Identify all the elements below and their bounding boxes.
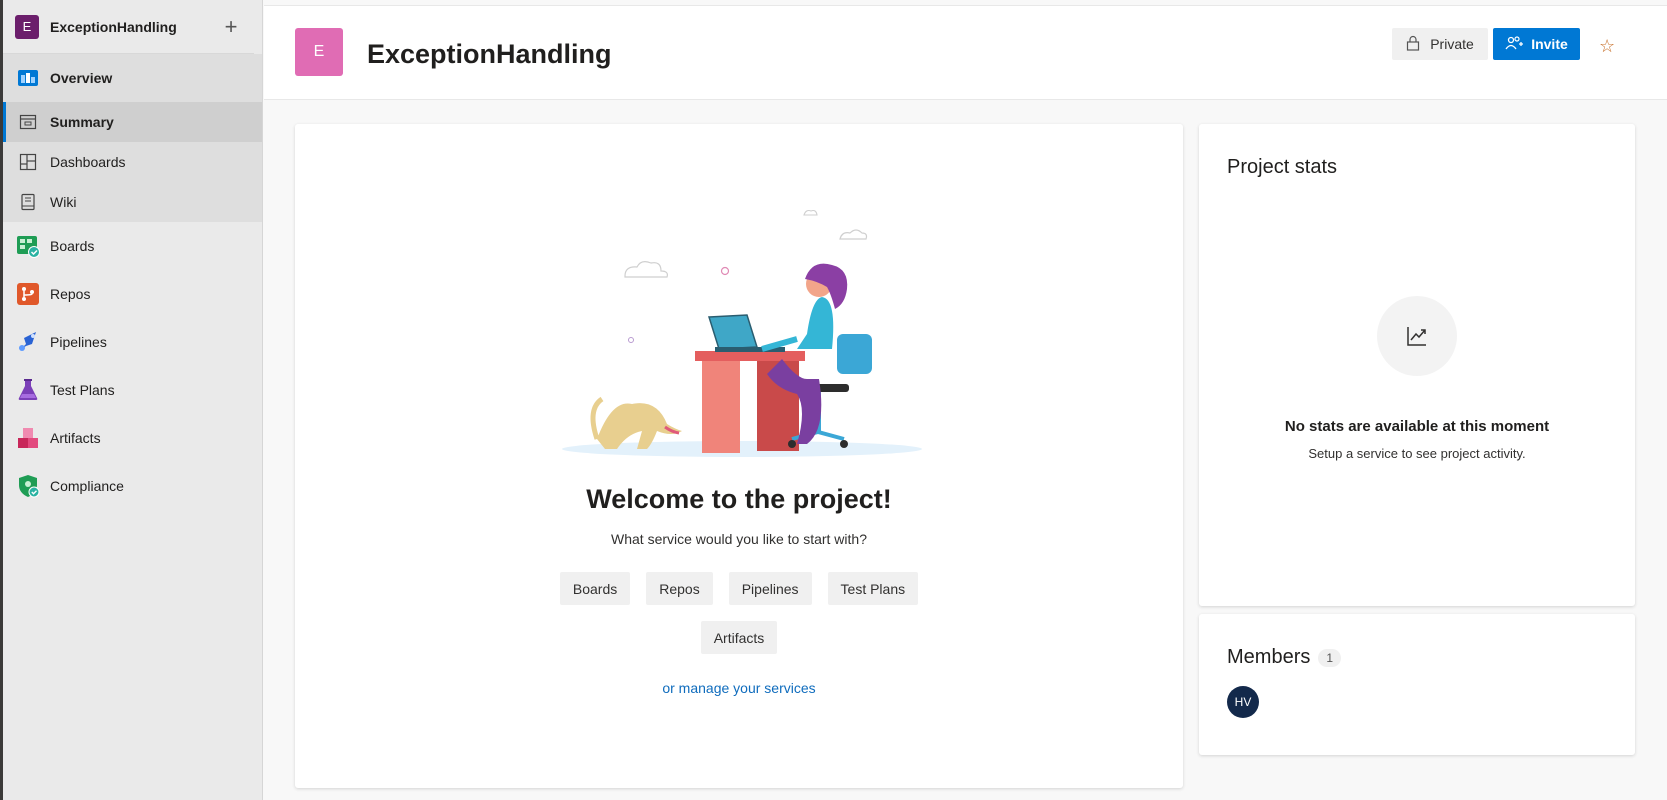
private-button[interactable]: Private	[1392, 28, 1488, 60]
sidebar: E ExceptionHandling + Overview Summary D…	[3, 0, 263, 800]
pipelines-icon	[16, 330, 40, 354]
project-stats-title: Project stats	[1227, 156, 1338, 178]
sidebar-item-label: Dashboards	[50, 154, 126, 170]
sidebar-item-repos[interactable]: Repos	[3, 270, 262, 318]
members-card: Members 1 HV	[1199, 614, 1635, 755]
welcome-illustration	[557, 199, 927, 459]
sidebar-item-compliance[interactable]: Compliance	[3, 462, 262, 510]
service-buttons-row-2: Artifacts	[295, 621, 1183, 654]
invite-label: Invite	[1531, 36, 1568, 52]
private-label: Private	[1430, 36, 1474, 52]
members-title: Members 1	[1227, 646, 1342, 669]
sidebar-item-label: Pipelines	[50, 334, 107, 350]
stats-empty-subtext: Setup a service to see project activity.	[1308, 446, 1526, 461]
dashboards-icon	[16, 150, 40, 174]
repos-service-button[interactable]: Repos	[646, 572, 713, 605]
summary-icon	[16, 110, 40, 134]
project-header[interactable]: E ExceptionHandling +	[3, 0, 254, 54]
invite-button[interactable]: Invite	[1493, 28, 1580, 60]
pipelines-service-button[interactable]: Pipelines	[728, 572, 812, 605]
sidebar-item-summary[interactable]: Summary	[3, 102, 262, 142]
stats-empty-message: No stats are available at this moment	[1284, 418, 1550, 435]
chart-trend-icon	[1377, 296, 1457, 376]
sidebar-item-artifacts[interactable]: Artifacts	[3, 414, 262, 462]
sidebar-item-label: Wiki	[50, 194, 77, 210]
project-name[interactable]: ExceptionHandling	[50, 19, 220, 35]
sidebar-item-label: Repos	[50, 286, 91, 302]
sidebar-item-label: Test Plans	[50, 382, 115, 398]
boards-icon	[16, 234, 40, 258]
main-content: E ExceptionHandling Private Invite ☆ Wel…	[264, 0, 1667, 800]
test-plans-service-button[interactable]: Test Plans	[827, 572, 919, 605]
sidebar-item-label: Compliance	[50, 478, 124, 494]
welcome-subtitle: What service would you like to start wit…	[611, 531, 867, 547]
add-people-icon	[1505, 35, 1524, 54]
welcome-title: Welcome to the project!	[586, 484, 892, 514]
sidebar-item-label: Artifacts	[50, 430, 101, 446]
wiki-icon	[16, 190, 40, 214]
page-title: ExceptionHandling	[367, 39, 612, 69]
members-count-badge: 1	[1318, 648, 1342, 667]
overview-icon	[16, 66, 40, 90]
welcome-card: Welcome to the project! What service wou…	[295, 124, 1183, 788]
sidebar-item-test-plans[interactable]: Test Plans	[3, 366, 262, 414]
sidebar-item-pipelines[interactable]: Pipelines	[3, 318, 262, 366]
sidebar-item-label: Summary	[50, 114, 114, 130]
artifacts-icon	[16, 426, 40, 450]
project-avatar-large: E	[295, 28, 343, 76]
lock-icon	[1406, 35, 1420, 54]
sidebar-item-label: Overview	[50, 70, 113, 86]
project-stats-card: Project stats No stats are available at …	[1199, 124, 1635, 606]
overview-group: Overview Summary Dashboards Wiki	[3, 54, 262, 222]
avatar[interactable]: HV	[1227, 686, 1259, 718]
repos-icon	[16, 282, 40, 306]
compliance-icon	[16, 474, 40, 498]
project-avatar: E	[15, 14, 39, 39]
sidebar-item-wiki[interactable]: Wiki	[3, 182, 262, 222]
favorite-star-icon[interactable]: ☆	[1599, 36, 1615, 57]
artifacts-service-button[interactable]: Artifacts	[700, 621, 778, 654]
test-plans-icon	[16, 378, 40, 402]
sidebar-item-dashboards[interactable]: Dashboards	[3, 142, 262, 182]
members-label: Members	[1227, 646, 1311, 668]
sidebar-item-label: Boards	[50, 238, 95, 254]
sidebar-item-overview[interactable]: Overview	[3, 54, 262, 102]
sidebar-item-boards[interactable]: Boards	[3, 222, 262, 270]
new-plus-button[interactable]: +	[220, 14, 242, 39]
manage-services-link[interactable]: or manage your services	[295, 680, 1183, 696]
service-buttons-row-1: Boards Repos Pipelines Test Plans	[295, 572, 1183, 605]
project-header-bar: E ExceptionHandling Private Invite ☆	[264, 5, 1667, 100]
boards-service-button[interactable]: Boards	[559, 572, 631, 605]
